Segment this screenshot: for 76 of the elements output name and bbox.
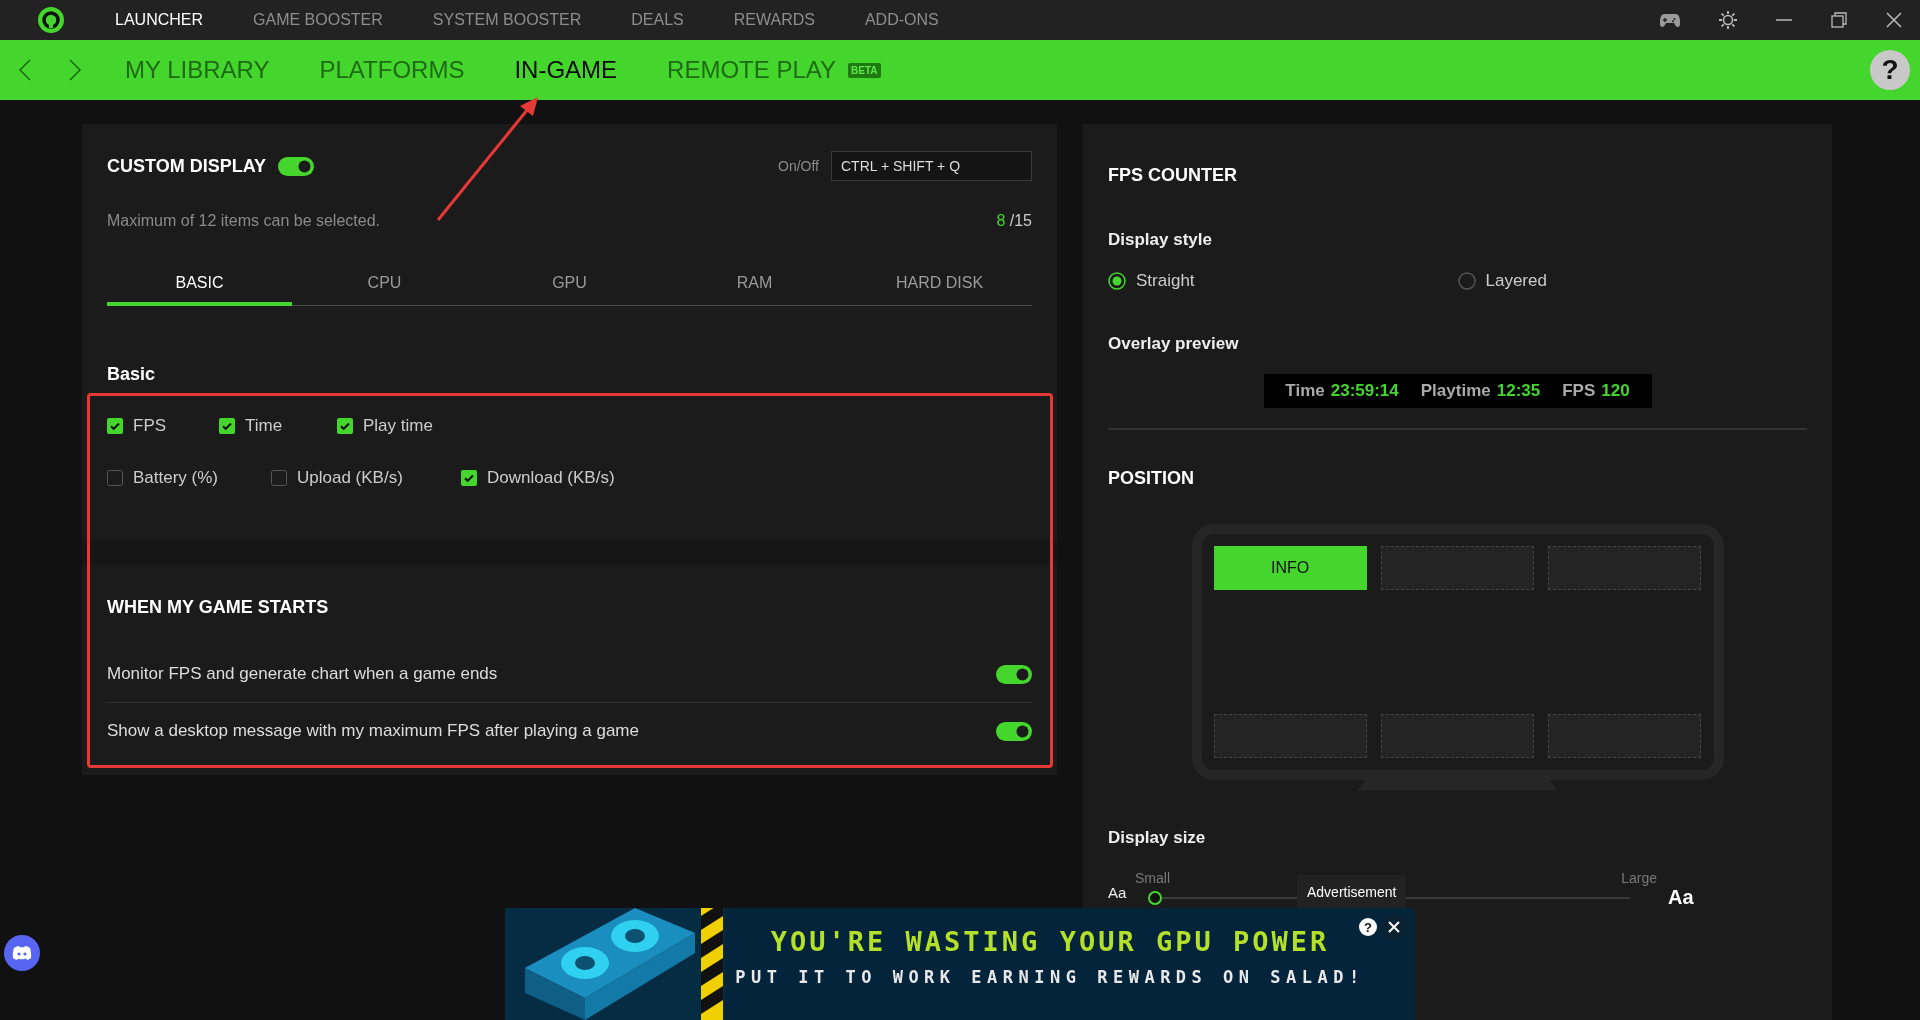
nav-tab[interactable]: GAME BOOSTER xyxy=(253,11,383,29)
scale-label: Small xyxy=(1135,870,1170,886)
tab[interactable]: GPU xyxy=(477,263,662,306)
nav-tab[interactable]: ADD-ONS xyxy=(864,11,939,29)
section-title: CUSTOM DISPLAY xyxy=(107,155,267,177)
checkbox-label: Download (KB/s) xyxy=(487,468,615,488)
forward-chevron-icon[interactable] xyxy=(68,58,82,82)
option-label: Monitor FPS and generate chart when a game ends xyxy=(107,664,498,684)
toggle-switch[interactable] xyxy=(996,721,1032,741)
section-title: WHEN MY GAME STARTS xyxy=(107,597,330,618)
toggle-switch[interactable] xyxy=(996,664,1032,684)
close-icon[interactable] xyxy=(1381,914,1407,940)
checkbox[interactable] xyxy=(337,418,353,434)
gamepad-icon[interactable] xyxy=(1660,12,1680,28)
scale-label: Large xyxy=(1621,870,1657,886)
chat-app-icon[interactable] xyxy=(4,935,40,971)
settings-icon[interactable] xyxy=(1719,11,1737,29)
nav-tab[interactable]: DEALS xyxy=(631,11,684,29)
nav-tab[interactable]: PLATFORMS xyxy=(319,56,465,84)
nav-tab[interactable]: IN-GAME xyxy=(514,56,618,84)
beta-badge: BETA xyxy=(848,62,881,78)
hint-text: Maximum of 12 items can be selected. xyxy=(107,212,380,230)
nav-tab[interactable]: MY LIBRARY xyxy=(125,56,270,84)
ad-subline: PUT IT TO WORK EARNING REWARDS ON SALAD! xyxy=(735,967,1365,987)
nav-tab[interactable]: REMOTE PLAY xyxy=(667,56,837,84)
nav-tab[interactable]: SYSTEM BOOSTER xyxy=(432,11,582,29)
toggle-switch[interactable] xyxy=(278,156,315,176)
checkbox[interactable] xyxy=(107,418,123,434)
field-label: Overlay preview xyxy=(1108,334,1240,354)
selected-count: 8 xyxy=(996,212,1006,229)
tab[interactable]: RAM xyxy=(662,263,847,306)
back-chevron-icon[interactable] xyxy=(18,58,32,82)
preview-label: Playtime xyxy=(1420,381,1491,400)
radio-label: Straight xyxy=(1136,271,1195,291)
ad-headline: YOU'RE WASTING YOUR GPU POWER xyxy=(770,926,1330,957)
preview-value: 23:59:14 xyxy=(1330,381,1399,400)
radio-button[interactable] xyxy=(1108,272,1126,290)
close-icon[interactable] xyxy=(1886,12,1902,28)
field-label: Display style xyxy=(1108,230,1213,250)
checkbox[interactable] xyxy=(461,470,477,486)
preview-value: 12:35 xyxy=(1496,381,1541,400)
checkbox-label: Play time xyxy=(363,416,433,436)
position-slot[interactable]: INFO xyxy=(1213,546,1367,590)
checkbox-label: Battery (%) xyxy=(133,468,219,488)
section-title: FPS COUNTER xyxy=(1108,165,1238,186)
checkbox[interactable] xyxy=(219,418,235,434)
radio-button[interactable] xyxy=(1457,272,1476,290)
checkbox[interactable] xyxy=(271,470,287,486)
shortcut-label: On/Off xyxy=(778,158,819,174)
shortcut-field[interactable]: CTRL + SHIFT + Q xyxy=(831,151,1032,181)
radio-label: Layered xyxy=(1485,271,1547,291)
restore-icon[interactable] xyxy=(1831,12,1847,28)
tab[interactable]: BASIC xyxy=(107,263,292,306)
preview-label: FPS xyxy=(1562,381,1596,400)
field-label: Display size xyxy=(1108,828,1207,848)
slider-thumb[interactable] xyxy=(1148,890,1162,905)
small-sample-text: Aa xyxy=(1108,884,1128,901)
option-label: Show a desktop message with my maximum FPS after playing a game xyxy=(107,721,639,741)
total-count: /15 xyxy=(1009,212,1032,229)
logo-icon xyxy=(37,6,65,34)
section-heading: Basic xyxy=(107,364,157,385)
nav-tab[interactable]: REWARDS xyxy=(733,11,815,29)
tooltip: Advertisement xyxy=(1297,875,1407,908)
checkbox-label: Upload (KB/s) xyxy=(297,468,403,488)
section-title: POSITION xyxy=(1108,468,1195,489)
checkbox-label: Time xyxy=(245,416,283,436)
nav-tab[interactable]: LAUNCHER xyxy=(115,11,203,29)
help-button[interactable]: ? xyxy=(1870,50,1910,90)
checkbox-label: FPS xyxy=(133,416,167,436)
large-sample-text: Aa xyxy=(1667,886,1695,909)
ad-info-button[interactable]: ? xyxy=(1359,918,1377,936)
preview-label: Time xyxy=(1285,381,1325,400)
tab[interactable]: CPU xyxy=(292,263,477,306)
preview-value: 120 xyxy=(1601,381,1630,400)
checkbox[interactable] xyxy=(107,470,123,486)
tab[interactable]: HARD DISK xyxy=(847,263,1032,306)
